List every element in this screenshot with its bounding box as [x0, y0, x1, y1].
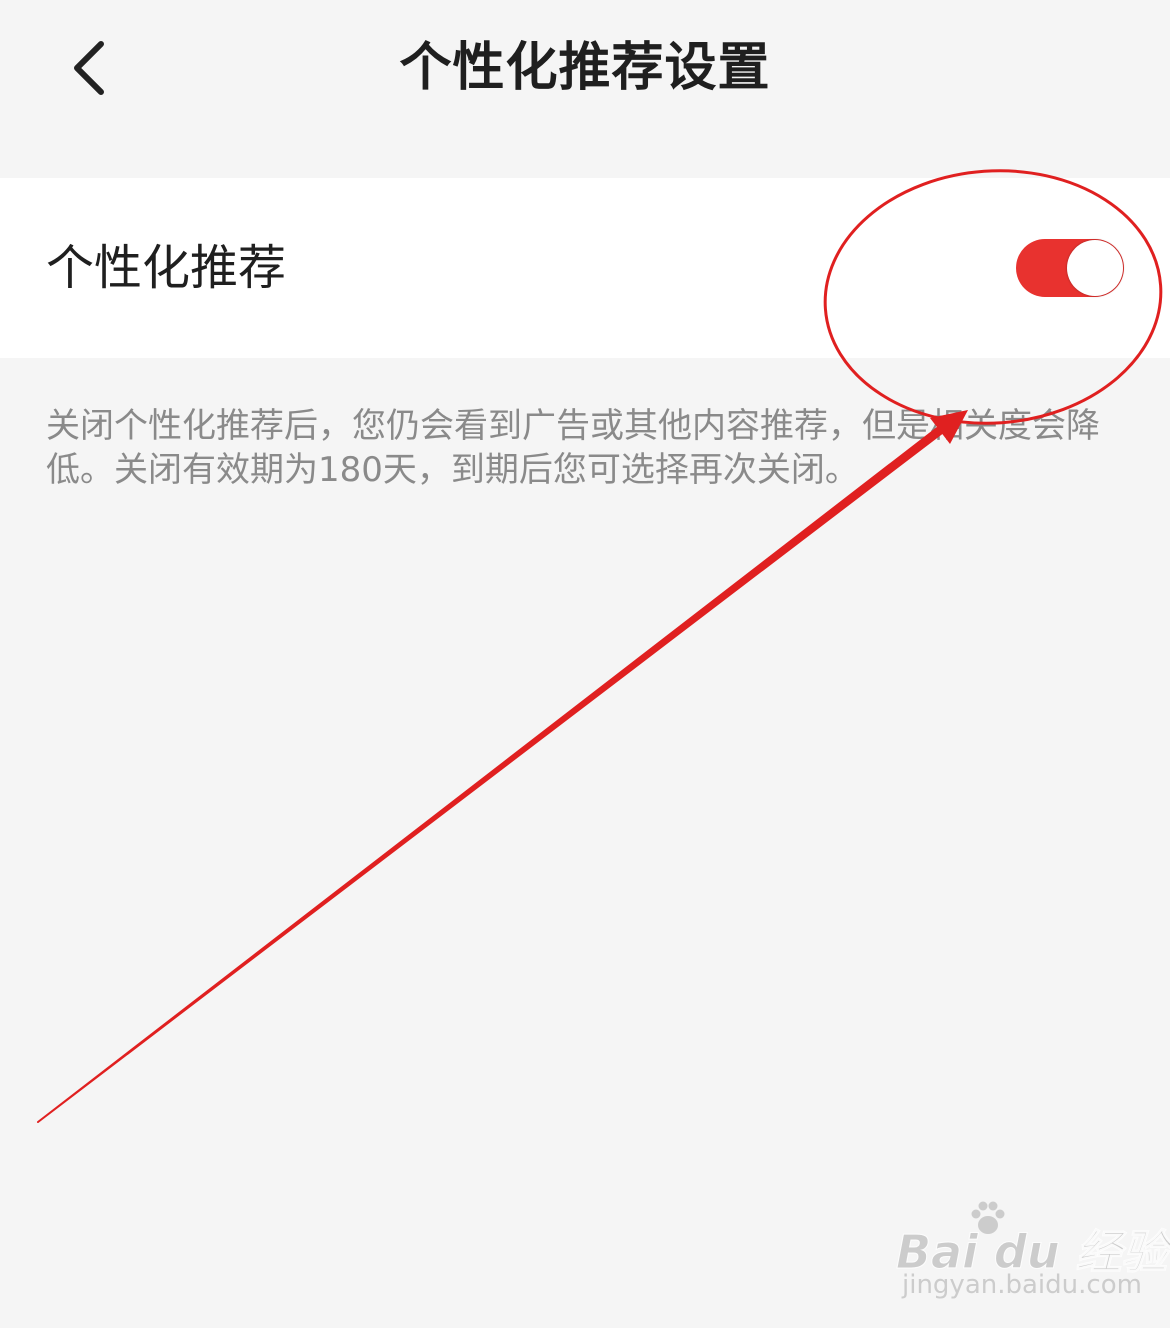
description-text: 关闭个性化推荐后，您仍会看到广告或其他内容推荐，但是相关度会降低。关闭有效期为1… [46, 406, 1100, 490]
navigation-bar: 个性化推荐设置 [0, 0, 1170, 140]
toggle-knob [1067, 240, 1123, 296]
watermark-url: jingyan.baidu.com [902, 1270, 1142, 1300]
page-title: 个性化推荐设置 [399, 38, 771, 98]
personalized-recommendation-row: 个性化推荐 [0, 178, 1170, 358]
annotation-arrow-shaft [37, 417, 955, 1123]
watermark: Bai du 经验 jingyan.baidu.com [896, 1198, 1168, 1308]
personalized-recommendation-toggle[interactable] [1016, 239, 1124, 297]
setting-label: 个性化推荐 [46, 240, 287, 296]
